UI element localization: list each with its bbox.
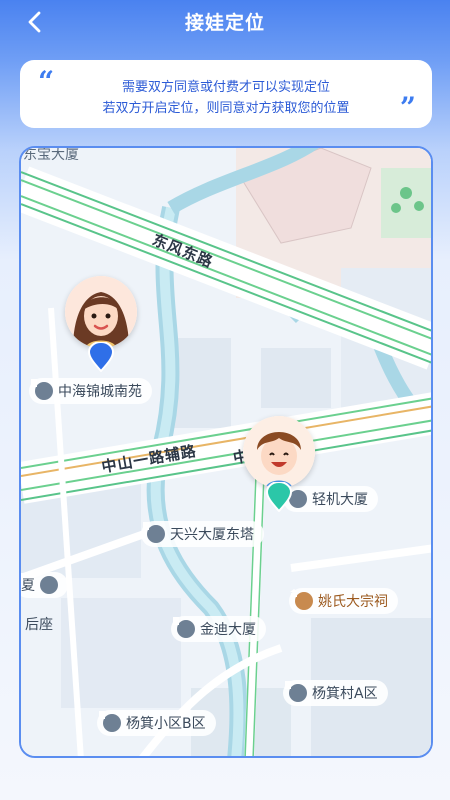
building-icon bbox=[285, 681, 307, 702]
poi-jindi[interactable]: 金迪大厦 bbox=[171, 616, 266, 642]
mother-avatar[interactable] bbox=[65, 276, 137, 348]
poi-tianxing[interactable]: 天兴大厦东塔 bbox=[141, 521, 264, 547]
child-location-pin-icon[interactable] bbox=[265, 482, 293, 512]
mother-face-icon bbox=[65, 276, 137, 348]
poi-left-xia[interactable]: 夏 bbox=[21, 572, 68, 598]
map-base bbox=[21, 148, 431, 756]
poi-label: 杨箕小区B区 bbox=[126, 716, 206, 732]
page-title: 接娃定位 bbox=[184, 12, 265, 34]
poi-label: 轻机大厦 bbox=[312, 492, 368, 508]
child-avatar[interactable] bbox=[243, 416, 315, 488]
poi-zhonghai[interactable]: 中海锦城南苑 bbox=[29, 378, 152, 404]
child-face-icon bbox=[243, 416, 315, 488]
map-view[interactable]: 东风东路 中山一路辅路 中 东宝大厦 中海锦城南苑 轻机大厦 天兴大厦东塔 姚氏… bbox=[19, 146, 433, 758]
notice-line-2: 若双方开启定位，则同意对方获取您的位置 bbox=[102, 101, 350, 116]
header: 接娃定位 bbox=[0, 0, 450, 44]
poi-yangjixiaoqu[interactable]: 杨箕小区B区 bbox=[97, 710, 216, 736]
poi-label: 金迪大厦 bbox=[200, 622, 256, 638]
notice-card: “ 需要双方同意或付费才可以实现定位 若双方开启定位，则同意对方获取您的位置 ” bbox=[20, 60, 432, 128]
poi-left-houzuo: 后座 bbox=[25, 617, 53, 633]
notice-line-1: 需要双方同意或付费才可以实现定位 bbox=[121, 80, 330, 95]
building-icon bbox=[21, 573, 58, 594]
poi-label: 杨箕村A区 bbox=[312, 686, 378, 702]
building-icon bbox=[173, 617, 195, 638]
poi-label: 姚氏大宗祠 bbox=[318, 594, 388, 610]
temple-icon bbox=[290, 589, 313, 610]
close-quote-icon: ” bbox=[399, 91, 416, 124]
building-icon bbox=[31, 379, 53, 400]
mother-location-pin-icon[interactable] bbox=[87, 342, 115, 372]
poi-label: 中海锦城南苑 bbox=[58, 384, 142, 400]
poi-yangjicun[interactable]: 杨箕村A区 bbox=[283, 680, 388, 706]
poi-qingji[interactable]: 轻机大厦 bbox=[283, 486, 378, 512]
poi-label: 天兴大厦东塔 bbox=[170, 527, 254, 543]
building-icon bbox=[143, 522, 165, 543]
poi-label-top-left: 东宝大厦 bbox=[23, 147, 79, 163]
building-icon bbox=[99, 711, 121, 732]
poi-yao[interactable]: 姚氏大宗祠 bbox=[289, 588, 398, 614]
